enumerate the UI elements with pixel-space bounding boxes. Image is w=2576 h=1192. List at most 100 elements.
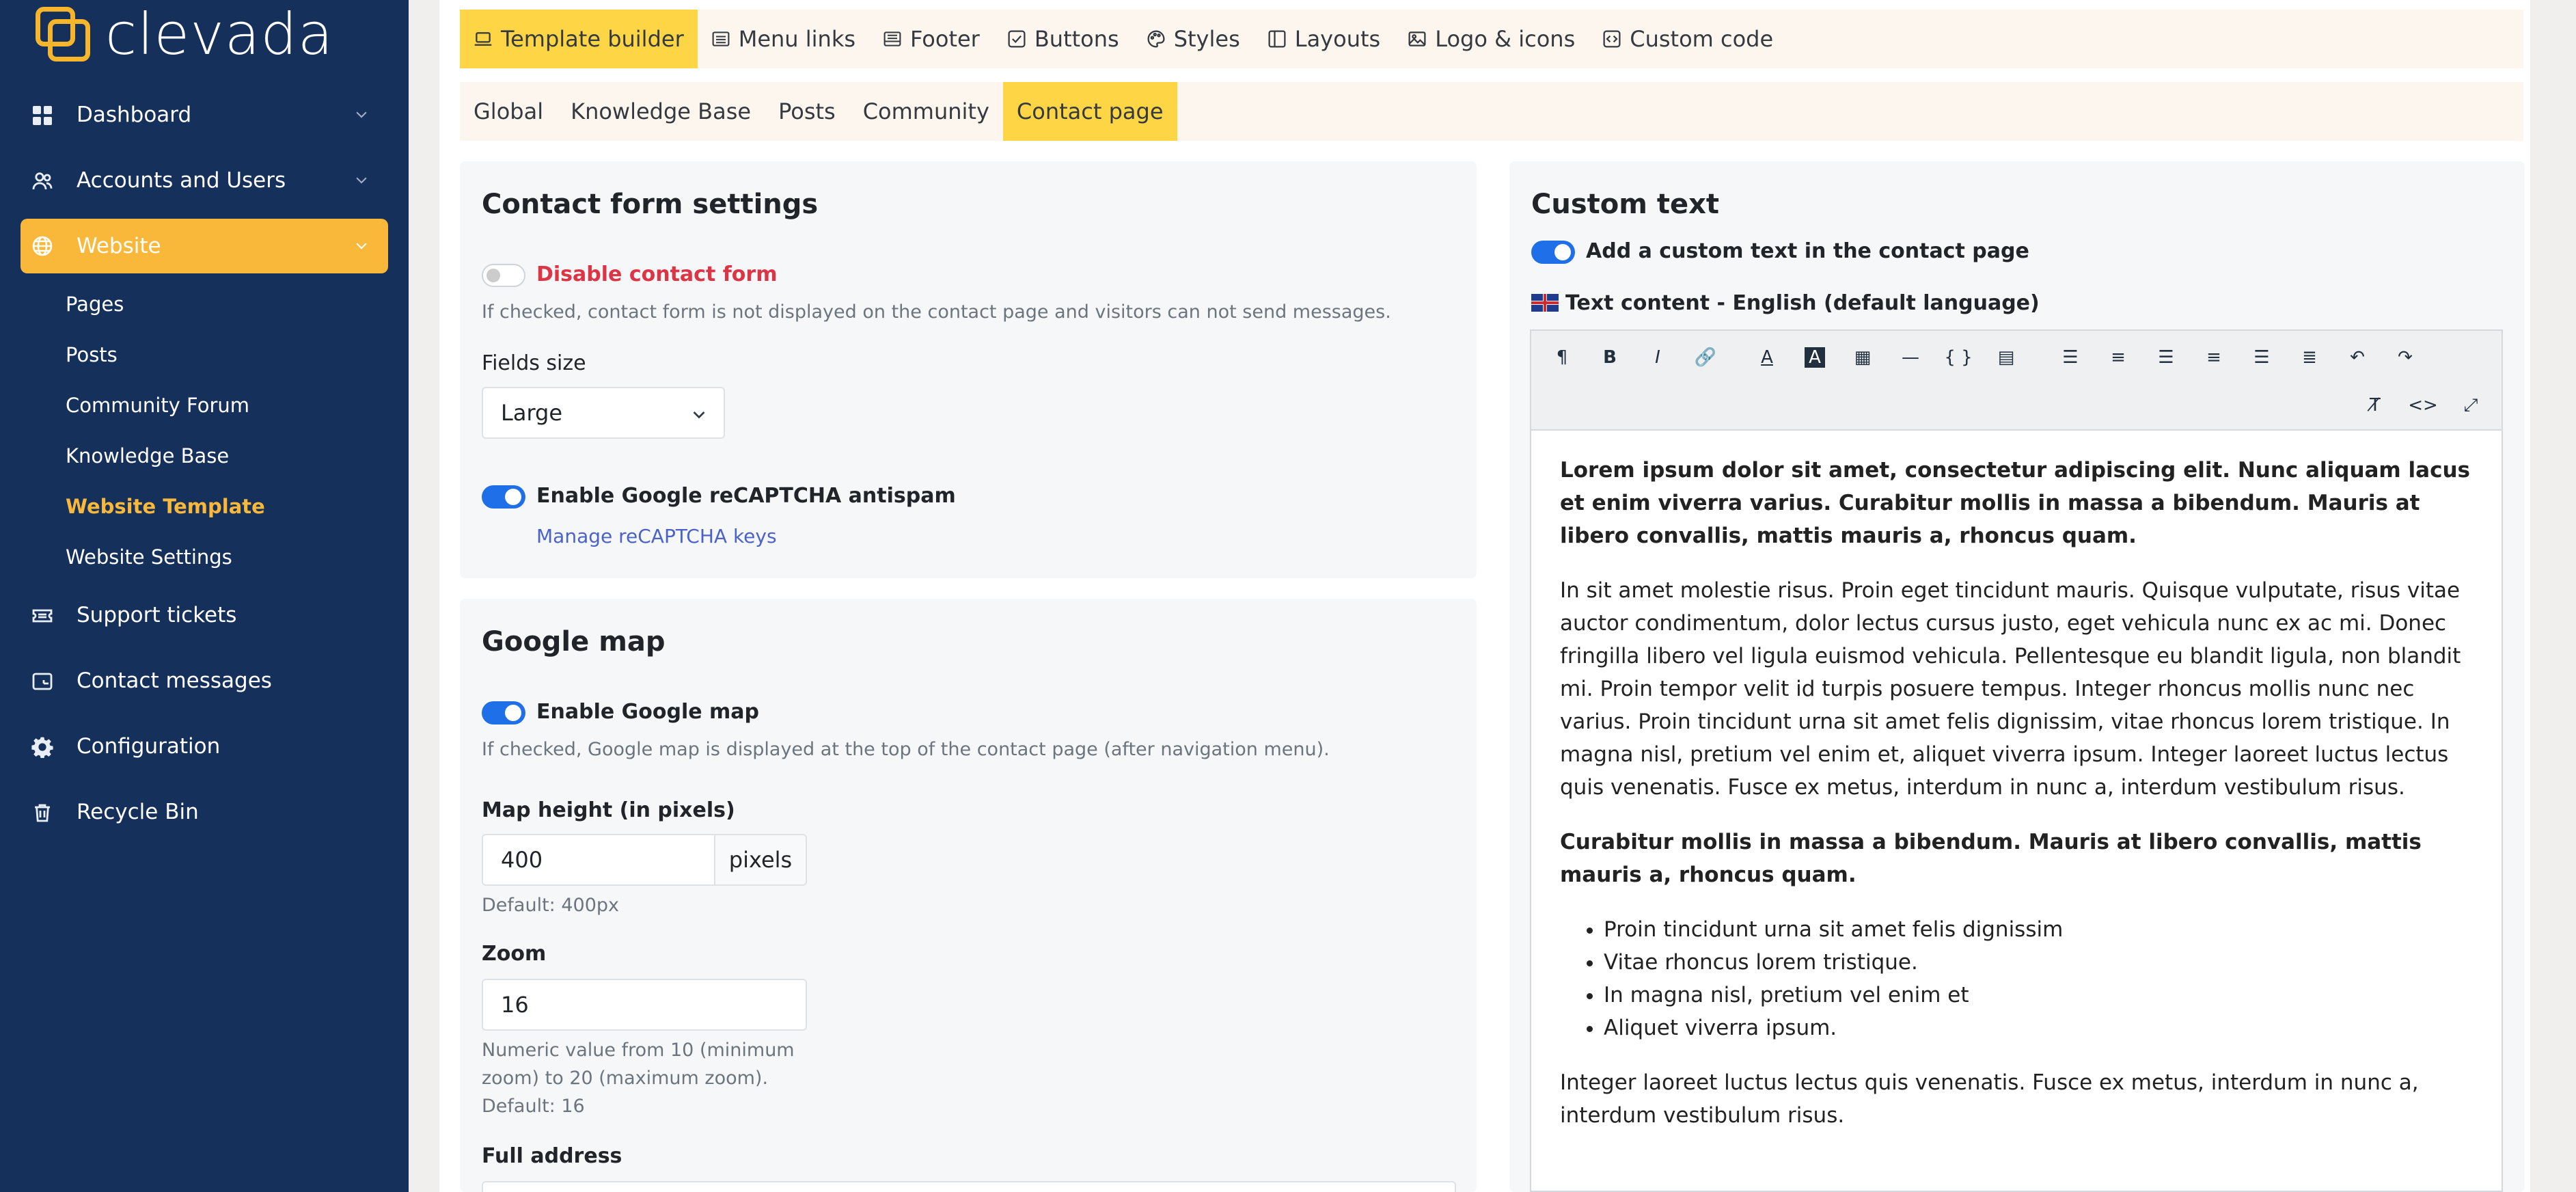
numbered-list-icon[interactable]: ≡ (2101, 340, 2135, 375)
sidebar-item-label: Support tickets (77, 603, 237, 627)
chevron-down-icon (356, 177, 367, 184)
custom-text-toggle-label: Add a custom text in the contact page (1586, 239, 2029, 263)
subnav-pages[interactable]: Pages (66, 279, 409, 329)
sidebar-nav: Dashboard Accounts and Users Website Pag… (0, 82, 409, 845)
align-center-icon[interactable]: ≡ (2197, 340, 2231, 375)
subtab-global[interactable]: Global (460, 82, 557, 141)
subtab-community[interactable]: Community (849, 82, 1003, 141)
enable-google-map-help: If checked, Google map is displayed at t… (482, 739, 1330, 760)
enable-google-map-toggle[interactable] (482, 701, 525, 724)
link-icon[interactable]: 🔗 (1688, 340, 1723, 375)
editor-content[interactable]: Lorem ipsum dolor sit amet, consectetur … (1560, 454, 2476, 1154)
grid-icon (33, 106, 52, 125)
tab-template-builder[interactable]: Template builder (460, 10, 698, 68)
template-tabs: Template builder Menu links Footer Butto… (460, 10, 2523, 68)
full-address-input[interactable] (482, 1181, 1456, 1192)
recaptcha-label: Enable Google reCAPTCHA antispam (536, 484, 956, 508)
tab-layouts[interactable]: Layouts (1254, 10, 1394, 68)
subtab-posts[interactable]: Posts (765, 82, 849, 141)
tab-buttons[interactable]: Buttons (994, 10, 1133, 68)
template-icon[interactable]: ▤ (1989, 340, 2023, 375)
footer-icon (883, 31, 901, 46)
list-item: Proin tincidunt urna sit amet felis dign… (1604, 913, 2476, 946)
tab-footer[interactable]: Footer (869, 10, 994, 68)
select-value: Large (501, 400, 563, 426)
align-right-icon[interactable]: ☰ (2245, 340, 2279, 375)
sidebar-item-recycle-bin[interactable]: Recycle Bin (0, 779, 409, 845)
sidebar-item-configuration[interactable]: Configuration (0, 714, 409, 779)
sidebar-item-website[interactable]: Website (20, 219, 388, 273)
palette-icon (1147, 30, 1165, 48)
map-height-default: Default: 400px (482, 895, 619, 916)
text-content-label: Text content - English (default language… (1565, 291, 2040, 315)
align-left-icon[interactable]: ☰ (2149, 340, 2183, 375)
subnav-knowledge-base[interactable]: Knowledge Base (66, 431, 409, 481)
table-icon[interactable]: ▦ (1846, 340, 1880, 375)
fields-size-label: Fields size (482, 351, 586, 375)
sidebar-item-dashboard[interactable]: Dashboard (0, 82, 409, 148)
subnav-website-settings[interactable]: Website Settings (66, 532, 409, 582)
map-height-input[interactable]: 400 (482, 834, 715, 886)
bullet-list-icon[interactable]: ☰ (2053, 340, 2087, 375)
manage-recaptcha-link[interactable]: Manage reCAPTCHA keys (536, 525, 777, 547)
tab-label: Menu links (738, 26, 856, 52)
align-justify-icon[interactable]: ≣ (2292, 340, 2327, 375)
tab-label: Template builder (501, 26, 684, 52)
tab-label: Styles (1173, 26, 1240, 52)
users-icon (32, 172, 53, 190)
trash-icon (35, 804, 50, 822)
horizontal-line-icon[interactable]: — (1893, 340, 1928, 375)
card-title: Custom text (1531, 189, 1720, 220)
sidebar-item-accounts[interactable]: Accounts and Users (0, 148, 409, 213)
brand-logo[interactable]: clevada (33, 4, 333, 64)
sidebar-item-support-tickets[interactable]: Support tickets (0, 582, 409, 648)
source-code-icon[interactable]: <> (2406, 388, 2440, 422)
gear-icon (31, 737, 53, 758)
disable-contact-form-toggle[interactable] (482, 264, 525, 287)
list-item: Vitae rhoncus lorem tristique. (1604, 946, 2476, 979)
clear-format-icon[interactable]: T̸ (2358, 388, 2392, 422)
subnav-website-template[interactable]: Website Template (66, 481, 409, 532)
subtab-knowledge-base[interactable]: Knowledge Base (557, 82, 765, 141)
sidebar-item-label: Contact messages (77, 668, 272, 693)
tab-label: Layouts (1294, 26, 1381, 52)
disable-contact-form-label: Disable contact form (536, 262, 778, 286)
tab-label: Custom code (1630, 26, 1774, 52)
card-title: Google map (482, 626, 666, 658)
map-height-label: Map height (in pixels) (482, 798, 735, 822)
editor-toolbar: ¶ B I 🔗 A A ▦ — { } ▤ ☰ ≡ ☰ ≡ ☰ ≣ ↶ ↷ T̸… (1531, 331, 2502, 431)
recaptcha-toggle[interactable] (482, 485, 525, 509)
sidebar: clevada Dashboard Accounts and Users Web… (0, 0, 409, 1192)
background-color-icon[interactable]: A (1798, 340, 1832, 375)
list-item: In magna nisl, pretium vel enim et (1604, 979, 2476, 1012)
editor-paragraph-2: In sit amet molestie risus. Proin eget t… (1560, 578, 2461, 800)
subnav-posts[interactable]: Posts (66, 329, 409, 380)
text-color-icon[interactable]: A (1750, 340, 1784, 375)
tab-custom-code[interactable]: Custom code (1589, 10, 1787, 68)
zoom-help-line-1: Numeric value from 10 (minimum (482, 1040, 795, 1061)
layout-icon (1268, 30, 1286, 48)
editor-bullet-list: Proin tincidunt urna sit amet felis dign… (1604, 913, 2476, 1044)
undo-icon[interactable]: ↶ (2340, 340, 2374, 375)
subtab-contact-page[interactable]: Contact page (1002, 82, 1177, 141)
zoom-label: Zoom (482, 942, 547, 966)
globe-icon (32, 236, 53, 256)
editor-paragraph-3: Curabitur mollis in massa a bibendum. Ma… (1560, 830, 2422, 887)
fields-size-select[interactable]: Large (482, 387, 725, 439)
zoom-input[interactable]: 16 (482, 979, 807, 1031)
paragraph-icon[interactable]: ¶ (1545, 340, 1579, 375)
custom-text-toggle[interactable] (1531, 241, 1575, 264)
zoom-help-line-2: zoom) to 20 (maximum zoom). (482, 1068, 769, 1089)
subnav-community-forum[interactable]: Community Forum (66, 380, 409, 431)
sidebar-item-contact-messages[interactable]: Contact messages (0, 648, 409, 714)
italic-icon[interactable]: I (1641, 340, 1675, 375)
tab-logo-icons[interactable]: Logo & icons (1394, 10, 1589, 68)
fullscreen-icon[interactable]: ⤢ (2454, 388, 2488, 422)
full-address-label: Full address (482, 1144, 622, 1168)
code-block-icon[interactable]: { } (1941, 340, 1975, 375)
tab-menu-links[interactable]: Menu links (698, 10, 869, 68)
tab-styles[interactable]: Styles (1133, 10, 1254, 68)
bold-icon[interactable]: B (1593, 340, 1627, 375)
redo-icon[interactable]: ↷ (2388, 340, 2422, 375)
chevron-down-icon (356, 243, 367, 249)
